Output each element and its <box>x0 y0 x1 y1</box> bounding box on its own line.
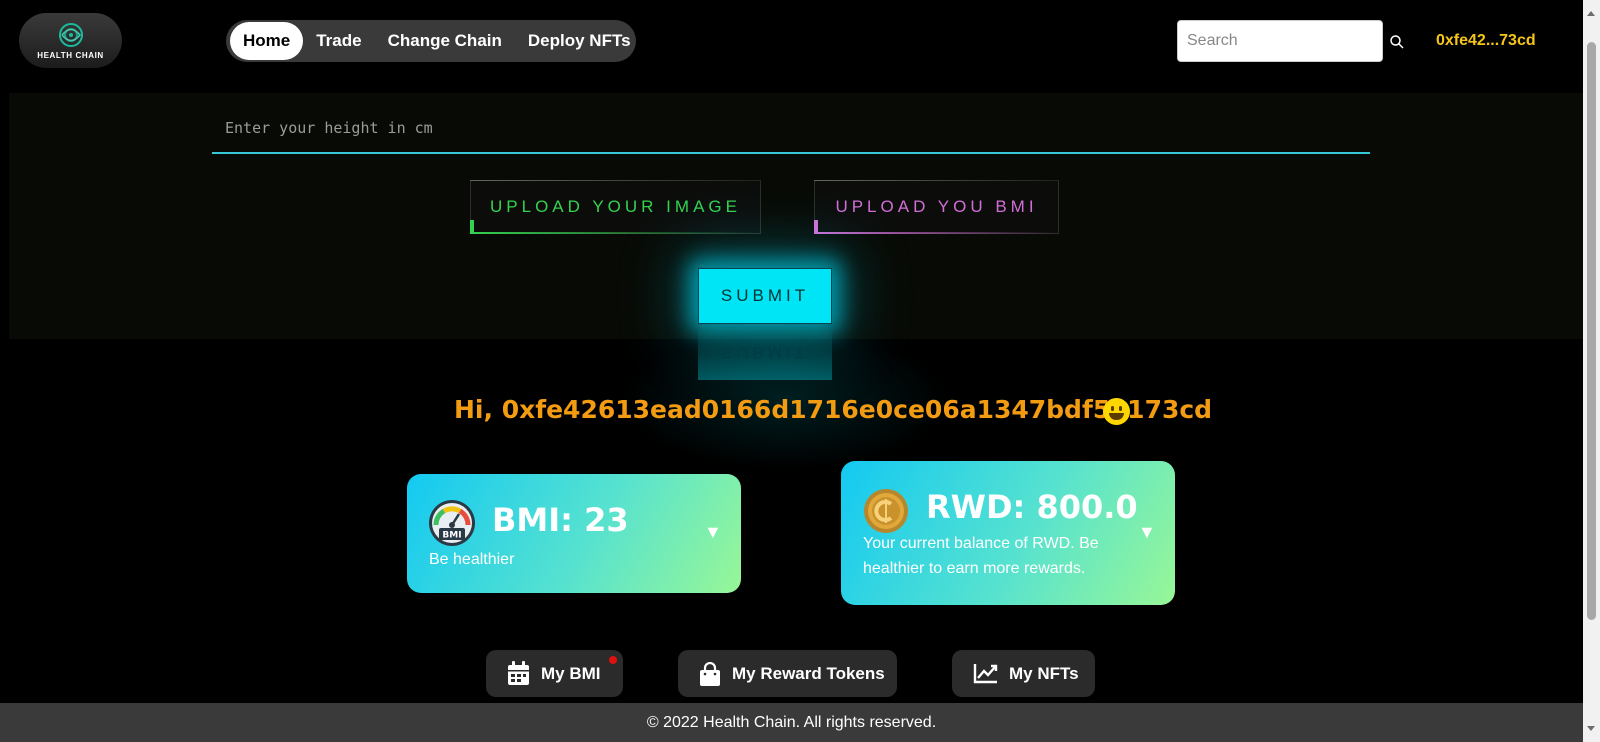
main-nav: Home Trade Change Chain Deploy NFTs <box>226 20 636 62</box>
footer: © 2022 Health Chain. All rights reserved… <box>0 703 1583 742</box>
chart-line-icon <box>973 664 998 684</box>
health-chain-logo-icon <box>58 22 83 47</box>
bmi-gauge-icon: BMI <box>429 500 475 546</box>
nav-home[interactable]: Home <box>230 22 304 60</box>
greeting-text: Hi, 0xfe42613ead0166d1716e0ce06a1347bdf5… <box>454 395 1213 424</box>
upload-bmi-label: UPLOAD YOU BMI <box>835 197 1038 216</box>
my-bmi-button[interactable]: My BMI <box>486 650 623 697</box>
my-nfts-label: My NFTs <box>1009 663 1079 683</box>
page-scrollbar[interactable] <box>1583 0 1600 742</box>
rwd-subtitle: Your current balance of RWD. Be healthie… <box>863 535 1099 577</box>
upload-image-button[interactable]: UPLOAD YOUR IMAGE <box>470 180 761 234</box>
nav-change-chain[interactable]: Change Chain <box>375 22 515 60</box>
coin-icon <box>864 489 908 533</box>
bmi-subtitle: Be healthier <box>429 551 515 568</box>
upload-image-label: UPLOAD YOUR IMAGE <box>490 197 741 216</box>
bmi-value: BMI: 23 <box>492 501 629 539</box>
logo-text: HEALTH CHAIN <box>37 50 104 60</box>
scroll-up-arrow-icon[interactable] <box>1587 11 1595 16</box>
my-bmi-label: My BMI <box>541 663 601 683</box>
svg-text:BMI: BMI <box>442 531 461 541</box>
bmi-expand-arrow-icon[interactable]: ▼ <box>704 522 722 543</box>
rwd-card[interactable]: RWD: 800.0 Your current balance of RWD. … <box>841 461 1175 605</box>
my-nfts-button[interactable]: My NFTs <box>952 650 1095 697</box>
nav-deploy-nfts[interactable]: Deploy NFTs <box>515 22 644 60</box>
footer-copyright: © 2022 Health Chain. All rights reserved… <box>646 713 937 731</box>
rwd-expand-arrow-icon[interactable]: ▼ <box>1138 522 1156 543</box>
calendar-icon <box>508 661 529 685</box>
search-icon[interactable] <box>1389 34 1405 50</box>
upload-bmi-button[interactable]: UPLOAD YOU BMI <box>814 180 1059 234</box>
bmi-card[interactable]: BMI BMI: 23 Be healthier ▼ <box>407 474 741 593</box>
grinning-face-icon <box>1103 398 1130 425</box>
scroll-down-arrow-icon[interactable] <box>1587 726 1595 731</box>
shopping-bag-icon <box>700 661 720 686</box>
wallet-address-short[interactable]: 0xfe42...73cd <box>1436 32 1536 50</box>
search-input[interactable] <box>1177 20 1383 62</box>
rwd-value: RWD: 800.0 <box>926 488 1138 526</box>
submit-button[interactable]: SUBMIT <box>698 268 832 324</box>
height-input[interactable] <box>212 104 1370 154</box>
my-reward-tokens-label: My Reward Tokens <box>732 663 885 683</box>
scrollbar-thumb[interactable] <box>1587 42 1596 620</box>
notification-dot <box>609 656 617 664</box>
logo[interactable]: HEALTH CHAIN <box>19 13 122 68</box>
nav-trade[interactable]: Trade <box>303 22 374 60</box>
my-reward-tokens-button[interactable]: My Reward Tokens <box>678 650 897 697</box>
